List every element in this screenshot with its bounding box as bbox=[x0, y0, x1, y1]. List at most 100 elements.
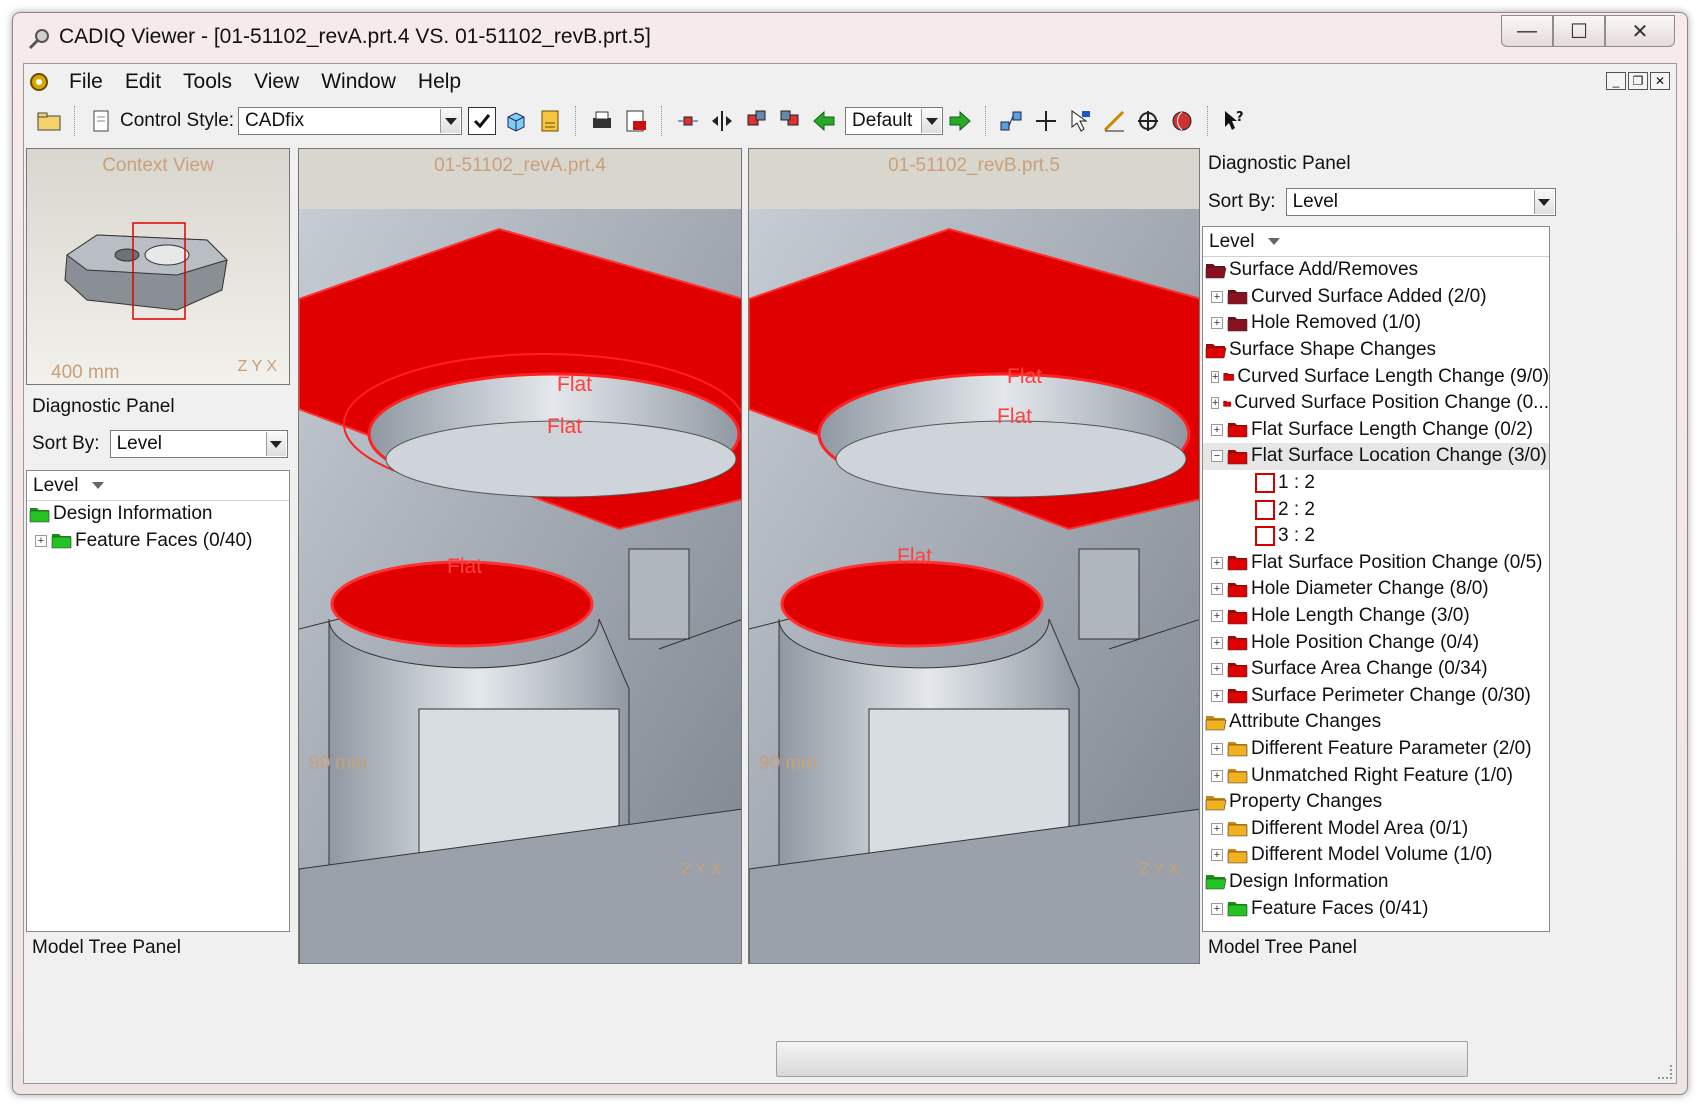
menu-edit[interactable]: Edit bbox=[114, 70, 172, 94]
chevron-down-icon[interactable] bbox=[1533, 190, 1554, 214]
left-model-tree-panel-title[interactable]: Model Tree Panel bbox=[26, 932, 290, 964]
maximize-button[interactable]: ☐ bbox=[1553, 15, 1605, 47]
help-pointer-icon[interactable]: ? bbox=[1220, 107, 1248, 135]
menu-window[interactable]: Window bbox=[310, 70, 407, 94]
expand-icon[interactable]: + bbox=[1211, 556, 1223, 569]
collapse-icon[interactable]: − bbox=[1211, 450, 1223, 463]
menu-tools[interactable]: Tools bbox=[172, 70, 243, 94]
mdi-close-button[interactable]: ✕ bbox=[1650, 72, 1670, 90]
sort-arrow-icon[interactable] bbox=[92, 482, 105, 489]
tree-item[interactable]: + Hole Position Change (0/4) bbox=[1203, 629, 1549, 656]
tree-item[interactable]: Attribute Changes bbox=[1203, 709, 1549, 736]
right-sort-select[interactable]: Level bbox=[1285, 188, 1556, 216]
expand-icon[interactable]: + bbox=[1211, 583, 1223, 596]
print-icon[interactable] bbox=[588, 107, 616, 135]
mdi-restore-button[interactable]: ❐ bbox=[1628, 72, 1648, 90]
menu-file[interactable]: File bbox=[58, 70, 114, 94]
globe-icon[interactable] bbox=[1168, 107, 1196, 135]
crosshair-icon[interactable] bbox=[1134, 107, 1162, 135]
expand-icon[interactable]: + bbox=[1211, 397, 1220, 410]
tree-item[interactable]: + Flat Surface Position Change (0/5) bbox=[1203, 550, 1549, 577]
context-view[interactable]: Context View 400 mm Z Y X bbox=[26, 148, 290, 385]
tree-item[interactable]: + Curved Surface Added (2/0) bbox=[1203, 284, 1549, 311]
tree-item[interactable]: + Hole Length Change (3/0) bbox=[1203, 603, 1549, 630]
tree-item[interactable]: 1 : 2 bbox=[1203, 470, 1549, 497]
network-view-icon[interactable] bbox=[998, 107, 1026, 135]
minimize-button[interactable]: — bbox=[1501, 15, 1553, 47]
arrow-right-icon[interactable] bbox=[946, 107, 974, 135]
tree-item[interactable]: 3 : 2 bbox=[1203, 523, 1549, 550]
mdi-minimize-button[interactable]: _ bbox=[1606, 72, 1626, 90]
arrow-left-icon[interactable] bbox=[810, 107, 838, 135]
tree-item[interactable]: + Hole Removed (1/0) bbox=[1203, 310, 1549, 337]
align-left-icon[interactable] bbox=[742, 107, 770, 135]
tree-item[interactable]: Surface Shape Changes bbox=[1203, 337, 1549, 364]
tree-item[interactable]: + Unmatched Right Feature (1/0) bbox=[1203, 762, 1549, 789]
open-folder-icon[interactable] bbox=[35, 107, 63, 135]
sort-arrow-icon[interactable] bbox=[1268, 238, 1281, 245]
expand-icon[interactable]: + bbox=[1211, 610, 1223, 623]
pdf-export-icon[interactable] bbox=[622, 107, 650, 135]
tree-item[interactable]: + Hole Diameter Change (8/0) bbox=[1203, 576, 1549, 603]
checkbox-toggle-icon[interactable] bbox=[468, 107, 497, 135]
expand-icon[interactable]: + bbox=[1211, 822, 1223, 835]
split-view-icon[interactable] bbox=[708, 107, 736, 135]
expand-icon[interactable]: + bbox=[35, 534, 47, 547]
cube-view-icon[interactable] bbox=[502, 107, 530, 135]
close-button[interactable]: ✕ bbox=[1605, 15, 1675, 47]
expand-icon[interactable]: + bbox=[1211, 423, 1223, 436]
tree-item[interactable]: + Surface Perimeter Change (0/30) bbox=[1203, 683, 1549, 710]
select-pointer-icon[interactable] bbox=[1066, 107, 1094, 135]
chevron-down-icon[interactable] bbox=[265, 432, 286, 456]
resize-grip-icon[interactable] bbox=[1658, 1065, 1672, 1079]
left-sort-select[interactable]: Level bbox=[109, 430, 288, 458]
tree-item[interactable]: + Different Feature Parameter (2/0) bbox=[1203, 736, 1549, 763]
expand-icon[interactable]: + bbox=[1211, 902, 1223, 915]
expand-icon[interactable]: + bbox=[1211, 636, 1223, 649]
expand-icon[interactable]: + bbox=[1211, 317, 1223, 330]
expand-icon[interactable]: + bbox=[1211, 769, 1223, 782]
tree-item[interactable]: + Flat Surface Length Change (0/2) bbox=[1203, 417, 1549, 444]
tree-item[interactable]: + Curved Surface Length Change (9/0) bbox=[1203, 363, 1549, 390]
expand-icon[interactable]: + bbox=[1211, 849, 1223, 862]
align-right-icon[interactable] bbox=[776, 107, 804, 135]
viewport-rev-a[interactable]: 01-51102_revA.prt.4 Flat Flat Flat 90 mm… bbox=[298, 148, 742, 964]
right-model-tree-panel-title[interactable]: Model Tree Panel bbox=[1202, 932, 1550, 964]
tree-item[interactable]: 2 : 2 bbox=[1203, 496, 1549, 523]
expand-icon[interactable]: + bbox=[1211, 663, 1223, 676]
chevron-down-icon[interactable] bbox=[440, 109, 461, 133]
tree-item[interactable]: + Curved Surface Position Change (0... bbox=[1203, 390, 1549, 417]
right-tree-header-label: Level bbox=[1209, 230, 1255, 252]
tree-item[interactable]: Design Information bbox=[27, 501, 289, 528]
tree-item-label: Property Changes bbox=[1229, 791, 1383, 813]
left-tree-header[interactable]: Level bbox=[27, 471, 289, 501]
tree-item[interactable]: + Different Model Volume (1/0) bbox=[1203, 842, 1549, 869]
tree-item[interactable]: Design Information bbox=[1203, 869, 1549, 896]
tree-item[interactable]: + Feature Faces (0/40) bbox=[27, 528, 289, 555]
report-icon[interactable] bbox=[536, 107, 564, 135]
viewport-rev-b[interactable]: 01-51102_revB.prt.5 Flat Flat Flat 90 mm… bbox=[748, 148, 1200, 964]
gear-logo-icon[interactable] bbox=[28, 71, 50, 93]
expand-icon[interactable]: + bbox=[1211, 689, 1223, 702]
right-diagnostic-tree[interactable]: Level Surface Add/Removes + Curved Surface… bbox=[1202, 226, 1550, 932]
tree-item[interactable]: Surface Add/Removes bbox=[1203, 257, 1549, 284]
right-tree-header[interactable]: Level bbox=[1203, 227, 1549, 257]
expand-icon[interactable]: + bbox=[1211, 290, 1223, 303]
expand-icon[interactable]: + bbox=[1211, 370, 1220, 383]
measure-icon[interactable] bbox=[1100, 107, 1128, 135]
title-bar[interactable]: CADIQ Viewer - [01-51102_revA.prt.4 VS. … bbox=[13, 13, 1687, 63]
chevron-down-icon[interactable] bbox=[921, 109, 942, 133]
tree-item[interactable]: + Feature Faces (0/41) bbox=[1203, 895, 1549, 922]
tree-item[interactable]: Property Changes bbox=[1203, 789, 1549, 816]
explode-parts-icon[interactable] bbox=[674, 107, 702, 135]
tree-item[interactable]: + Surface Area Change (0/34) bbox=[1203, 656, 1549, 683]
control-style-select[interactable]: CADfix bbox=[238, 107, 463, 135]
move-icon[interactable] bbox=[1032, 107, 1060, 135]
expand-icon[interactable]: + bbox=[1211, 742, 1223, 755]
left-diagnostic-tree[interactable]: Level Design Information + Feature Faces (… bbox=[26, 470, 290, 932]
view-mode-select[interactable]: Default bbox=[845, 107, 944, 135]
tree-item[interactable]: − Flat Surface Location Change (3/0) bbox=[1203, 443, 1549, 470]
tree-item[interactable]: + Different Model Area (0/1) bbox=[1203, 815, 1549, 842]
menu-view[interactable]: View bbox=[243, 70, 310, 94]
menu-help[interactable]: Help bbox=[407, 70, 472, 94]
